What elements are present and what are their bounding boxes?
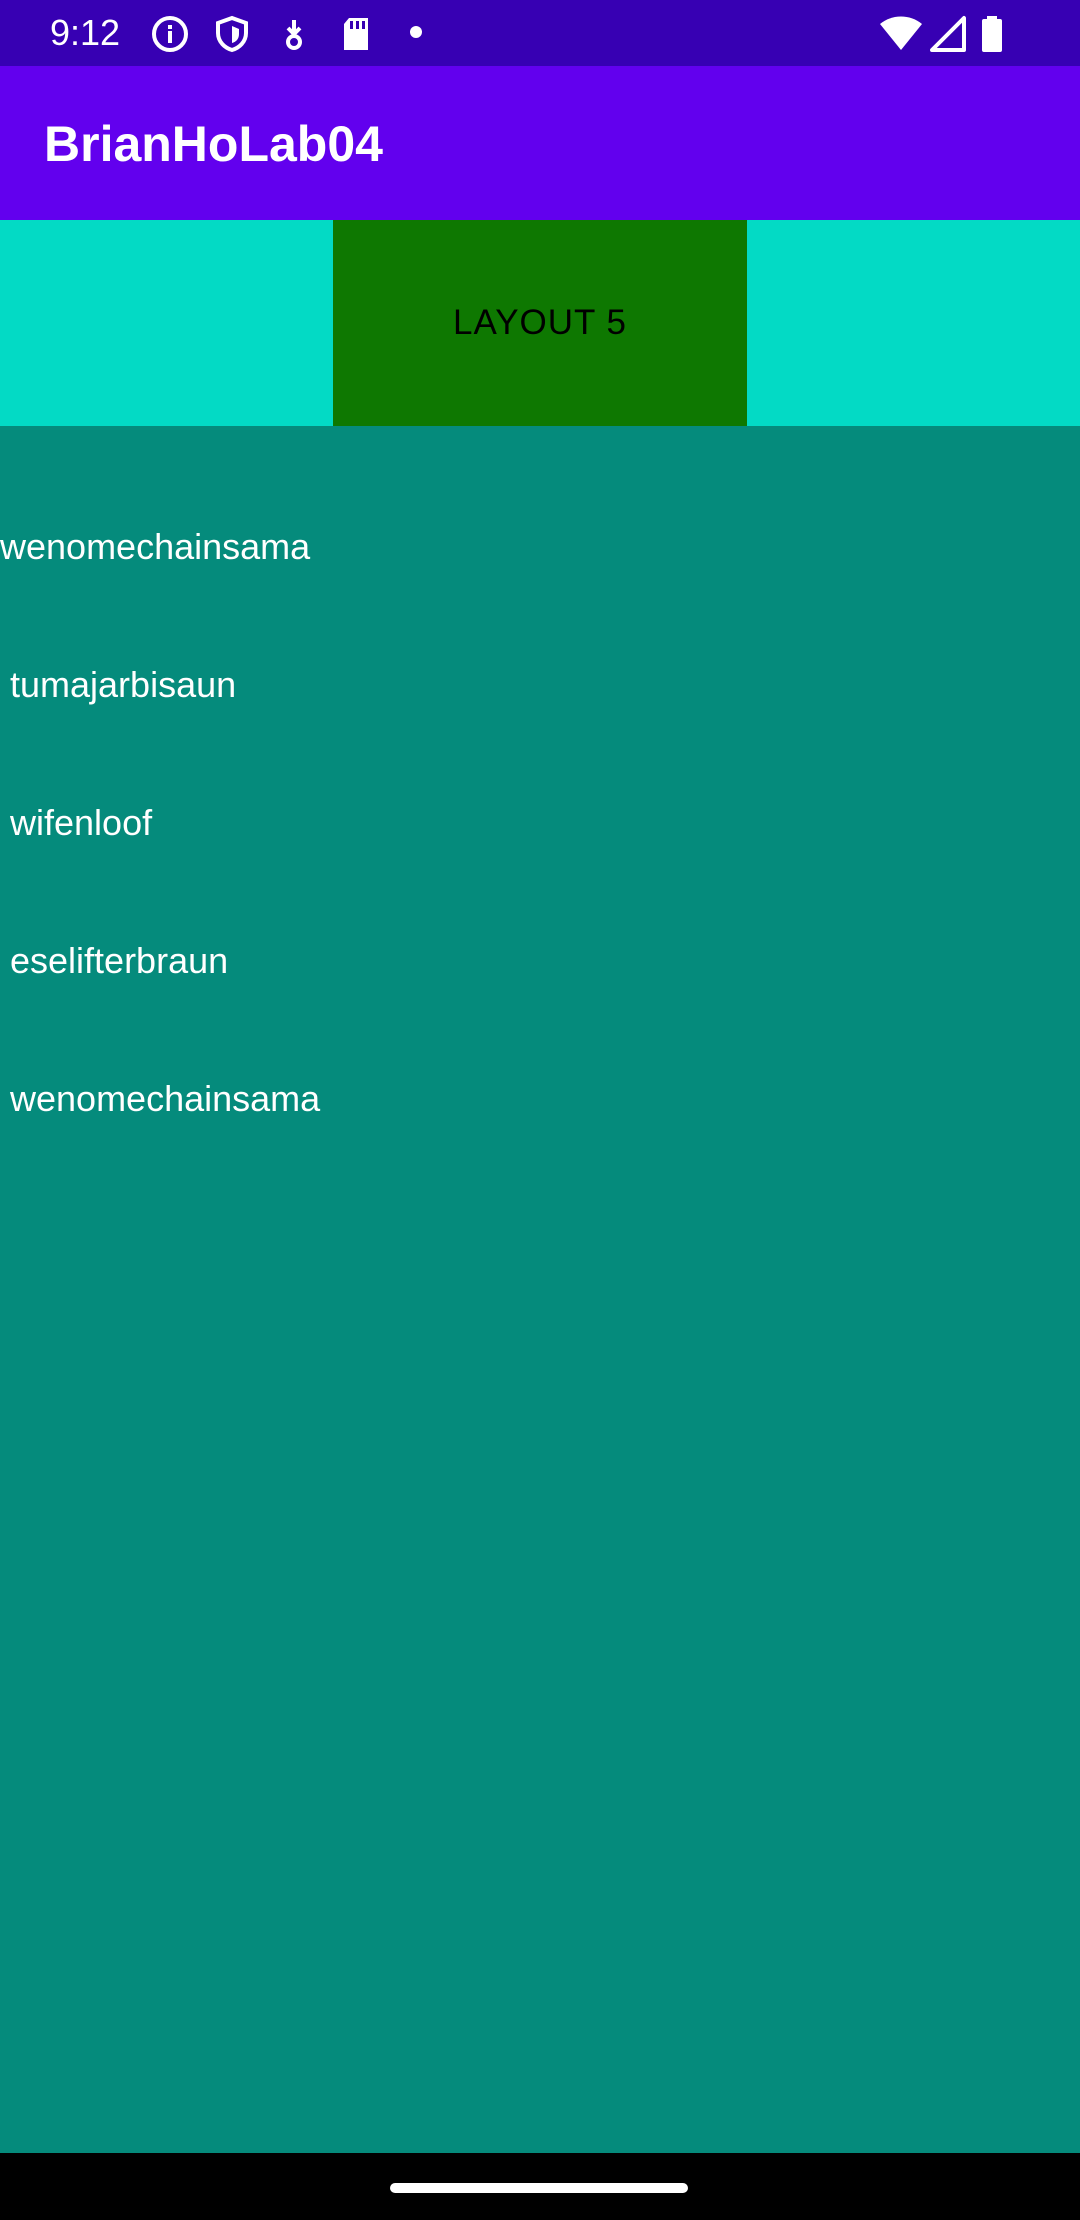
- home-handle[interactable]: [390, 2183, 688, 2193]
- app-screen: 9:12 BrianHoLab04 LAYOUT 5 wenomechainsa…: [0, 0, 1080, 2220]
- content-text: wenomechainsama tumajarbisaun wifenloof …: [0, 432, 320, 1214]
- status-bar: 9:12: [0, 0, 1080, 66]
- wifi-icon: [878, 14, 924, 58]
- navigation-bar: [0, 2153, 1080, 2220]
- sd-card-icon: [336, 14, 376, 58]
- layout-5-button[interactable]: LAYOUT 5: [333, 220, 747, 426]
- battery-icon: [978, 14, 1006, 58]
- status-time: 9:12: [50, 12, 121, 53]
- content-line: wenomechainsama: [0, 1078, 321, 1119]
- dot-icon: [404, 14, 428, 58]
- content-line: wenomechainsama: [0, 526, 311, 567]
- content-line: eselifterbraun: [0, 940, 229, 981]
- shield-icon: [212, 14, 252, 58]
- content-line: wifenloof: [0, 802, 153, 843]
- info-icon: [150, 14, 190, 58]
- app-title: BrianHoLab04: [44, 116, 383, 172]
- app-bar: BrianHoLab04: [0, 66, 1080, 220]
- content-line: tumajarbisaun: [0, 664, 237, 705]
- download-icon: [274, 14, 314, 58]
- top-strip: LAYOUT 5: [0, 220, 1080, 426]
- signal-icon: [928, 14, 968, 58]
